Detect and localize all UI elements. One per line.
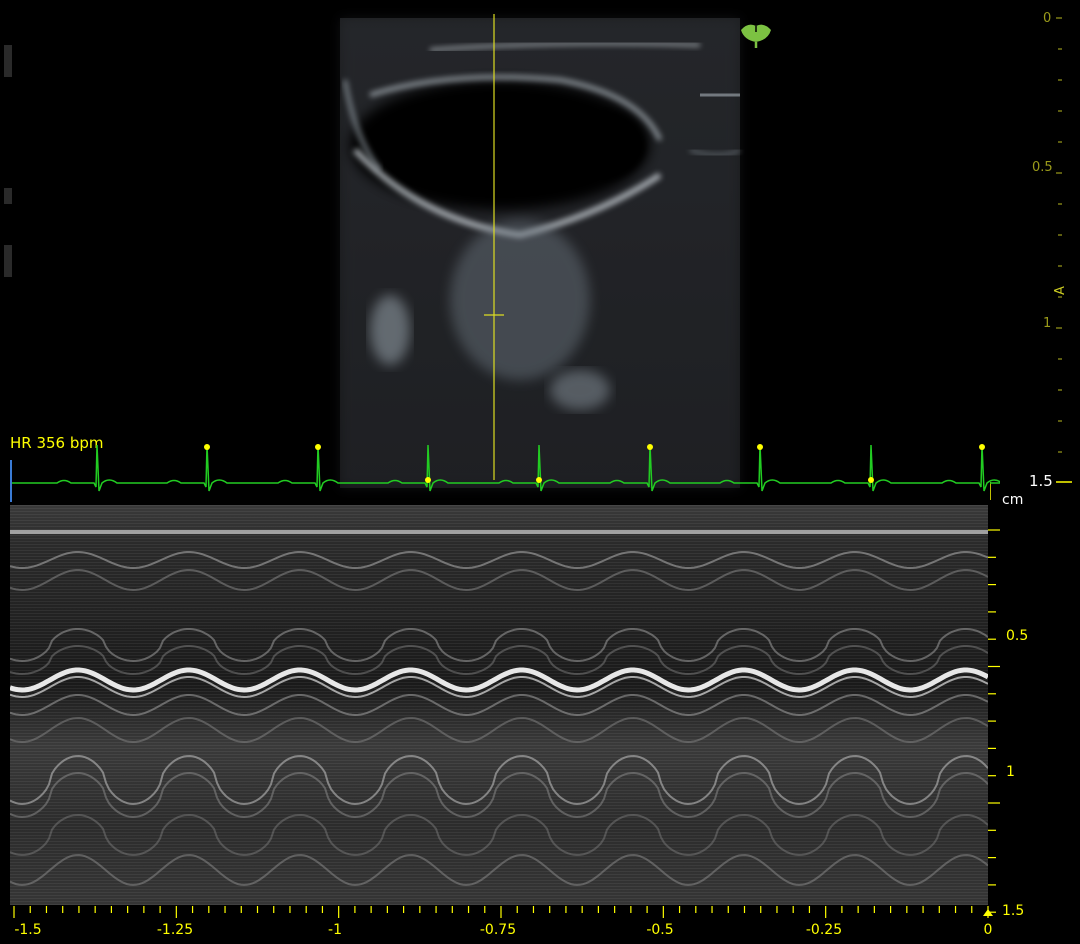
bmode-depth-label-1: 1 bbox=[1043, 316, 1052, 331]
ecg-r-peak-marker bbox=[204, 444, 210, 450]
ecg-r-peak-marker bbox=[979, 444, 985, 450]
time-label--0.25: -0.25 bbox=[805, 922, 843, 938]
ecg-end-diastole-marker bbox=[425, 477, 431, 483]
mmode-depth-label-0.5: 0.5 bbox=[1006, 628, 1029, 644]
probe-orientation-marker: A bbox=[1052, 286, 1068, 295]
time-label--1: -1 bbox=[328, 922, 342, 938]
time-label--1.25: -1.25 bbox=[156, 922, 194, 938]
bmode-echo-image bbox=[340, 18, 741, 488]
mmode-depth-label-1: 1 bbox=[1006, 764, 1015, 780]
ginkgo-leaf-icon bbox=[741, 24, 771, 48]
time-label--1.5: -1.5 bbox=[14, 922, 42, 938]
ecg-end-diastole-marker bbox=[868, 477, 874, 483]
mmode-depth-axis: 0.5 1 1.5 bbox=[986, 500, 1080, 920]
bmode-depth-label-1.5: 1.5 bbox=[1029, 472, 1053, 490]
time-label--0.75: -0.75 bbox=[479, 922, 517, 938]
mmode-image-view[interactable] bbox=[10, 505, 988, 905]
time-label-0: 0 bbox=[983, 922, 993, 938]
ecg-r-peak-marker bbox=[315, 444, 321, 450]
ecg-trace bbox=[10, 444, 1000, 502]
time-axis: -1.5 -1.25 -1 -0.75 -0.5 -0.25 0 bbox=[0, 900, 1080, 944]
bmode-depth-label-0: 0 bbox=[1043, 11, 1052, 26]
triangle-up-icon[interactable] bbox=[983, 909, 993, 916]
time-label--0.5: -0.5 bbox=[646, 922, 674, 938]
bmode-depth-label-0.5: 0.5 bbox=[1032, 160, 1053, 175]
ecg-end-diastole-marker bbox=[536, 477, 542, 483]
bmode-image-view[interactable] bbox=[0, 0, 1080, 500]
ecg-r-peak-marker bbox=[757, 444, 763, 450]
ecg-r-peak-marker bbox=[647, 444, 653, 450]
bmode-depth-axis: 0 0.5 1 1.5 A cm bbox=[990, 0, 1080, 508]
